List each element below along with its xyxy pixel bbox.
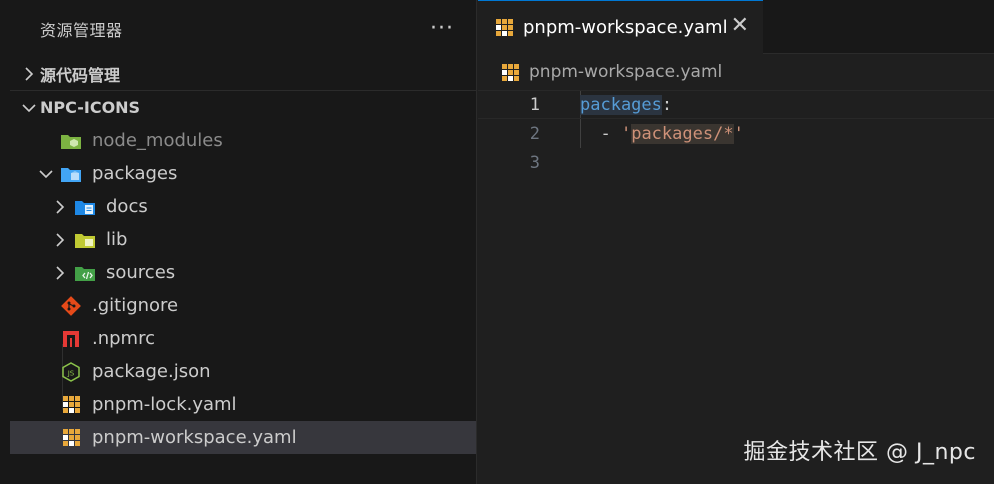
chevron-right-icon — [18, 58, 40, 91]
tree-item-label: .gitignore — [92, 295, 179, 316]
tree-item-label: pnpm-workspace.yaml — [92, 427, 297, 448]
tree-item-pnpm-lock[interactable]: pnpm-lock.yaml — [10, 388, 476, 421]
line-content: - 'packages/*' — [580, 123, 744, 144]
yaml-quote: ' — [620, 123, 632, 144]
tree-item-docs[interactable]: docs — [10, 190, 476, 223]
chevron-right-icon — [50, 223, 70, 256]
tab-label: pnpm-workspace.yaml — [523, 17, 728, 38]
breadcrumb-item[interactable]: pnpm-workspace.yaml — [529, 62, 722, 82]
tree-item-packages[interactable]: packages — [10, 157, 476, 190]
file-tree: node_modules packages docs lib sources .… — [10, 124, 476, 454]
line-content: packages: — [580, 94, 673, 115]
activity-bar-edge — [0, 0, 10, 484]
nodejs-icon: JS — [60, 361, 82, 383]
tab-pnpm-workspace[interactable]: pnpm-workspace.yaml ✕ — [478, 0, 763, 54]
yaml-icon — [60, 394, 82, 416]
breadcrumb: pnpm-workspace.yaml — [478, 54, 994, 90]
tree-item-label: docs — [106, 196, 148, 217]
code-line[interactable]: 2 - 'packages/*' — [478, 119, 994, 148]
yaml-icon — [496, 19, 513, 36]
code-line[interactable]: 3 — [478, 148, 994, 177]
chevron-down-icon — [18, 91, 40, 124]
tree-item-node-modules[interactable]: node_modules — [10, 124, 476, 157]
tree-item-label: lib — [106, 229, 128, 250]
yaml-icon — [60, 427, 82, 449]
folder-node-icon — [60, 130, 82, 152]
tree-item-pnpm-workspace[interactable]: pnpm-workspace.yaml — [10, 421, 476, 454]
explorer-title: 资源管理器 — [40, 21, 123, 40]
folder-packages-open-icon — [60, 163, 82, 185]
tree-item-label: pnpm-lock.yaml — [92, 394, 237, 415]
line-number: 3 — [529, 152, 540, 173]
more-actions-icon[interactable]: ··· — [430, 18, 454, 40]
editor-area: pnpm-workspace.yaml ✕ pnpm-workspace.yam… — [478, 0, 994, 484]
chevron-right-icon — [50, 190, 70, 223]
scm-section-header[interactable]: 源代码管理 — [10, 58, 476, 91]
tab-bar: pnpm-workspace.yaml ✕ — [478, 0, 994, 54]
code-editor[interactable]: 1 packages: 2 - 'packages/*' 3 — [478, 90, 994, 177]
explorer-sidebar: 资源管理器 ··· 源代码管理 NPC-ICONS node_modules p… — [10, 0, 477, 484]
folder-src-icon — [74, 262, 96, 284]
folder-docs-icon — [74, 196, 96, 218]
folder-lib-icon — [74, 229, 96, 251]
tree-item-label: package.json — [92, 361, 211, 382]
yaml-list-dash: - — [580, 123, 621, 144]
tree-item-label: node_modules — [92, 130, 223, 151]
explorer-header: 资源管理器 ··· — [10, 0, 476, 58]
yaml-key: packages — [580, 94, 662, 115]
tree-item-package-json[interactable]: JS package.json — [10, 355, 476, 388]
git-icon — [60, 295, 82, 317]
tree-item-sources[interactable]: sources — [10, 256, 476, 289]
tree-item-label: sources — [106, 262, 176, 283]
npm-icon — [60, 328, 82, 350]
yaml-quote: ' — [733, 123, 744, 144]
tree-item-gitignore[interactable]: .gitignore — [10, 289, 476, 322]
project-section-header[interactable]: NPC-ICONS — [10, 91, 476, 124]
code-line[interactable]: 1 packages: — [478, 90, 994, 119]
watermark: 掘金技术社区 @ J_npc — [743, 440, 976, 465]
chevron-down-icon — [36, 157, 56, 190]
yaml-colon: : — [661, 94, 673, 115]
line-number: 1 — [529, 94, 540, 115]
scm-section-label: 源代码管理 — [40, 66, 121, 85]
line-number: 2 — [529, 123, 540, 144]
yaml-icon — [502, 63, 519, 81]
project-section-label: NPC-ICONS — [40, 98, 141, 117]
tree-item-npmrc[interactable]: .npmrc — [10, 322, 476, 355]
tree-item-lib[interactable]: lib — [10, 223, 476, 256]
yaml-string: packages/* — [631, 123, 734, 144]
svg-text:JS: JS — [67, 369, 75, 377]
tree-item-label: packages — [92, 163, 178, 184]
chevron-right-icon — [50, 256, 70, 289]
close-icon[interactable]: ✕ — [731, 15, 749, 37]
tree-item-label: .npmrc — [92, 328, 155, 349]
